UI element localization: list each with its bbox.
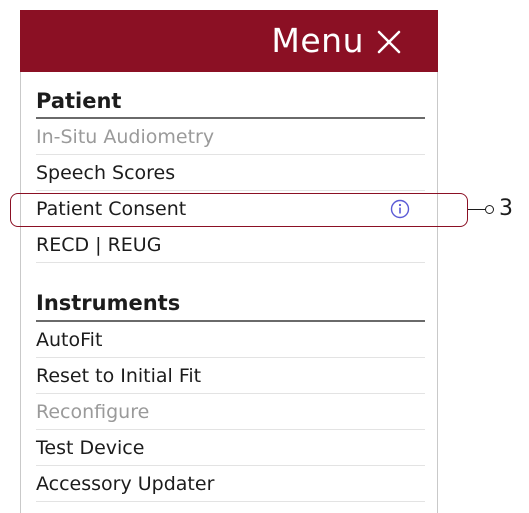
menu-item-label: In-Situ Audiometry (36, 126, 215, 148)
close-button[interactable] (374, 27, 404, 57)
menu-header: Menu (20, 10, 438, 72)
menu-item-label: Accessory Updater (36, 473, 215, 495)
menu-item-accessory-updater[interactable]: Accessory Updater (36, 466, 425, 502)
menu-item-label: AutoFit (36, 329, 103, 351)
callout-highlight (10, 193, 468, 227)
menu-panel: Menu Patient In-Situ Audiometry Speech S… (20, 10, 438, 513)
menu-item-label: Reconfigure (36, 401, 150, 423)
section-title-instruments: Instruments (36, 291, 181, 315)
menu-item-speech-scores[interactable]: Speech Scores (36, 155, 425, 191)
menu-item-recd-reug[interactable]: RECD | REUG (36, 227, 425, 263)
menu-item-test-device[interactable]: Test Device (36, 430, 425, 466)
menu-item-in-situ-audiometry[interactable]: In-Situ Audiometry (36, 119, 425, 155)
close-icon (377, 30, 401, 54)
menu-item-label: Speech Scores (36, 162, 176, 184)
callout-dot (485, 205, 494, 214)
menu-item-autofit[interactable]: AutoFit (36, 322, 425, 358)
menu-title: Menu (271, 21, 364, 60)
menu-item-label: RECD | REUG (36, 234, 162, 256)
menu-item-label: Reset to Initial Fit (36, 365, 202, 387)
section-title-patient: Patient (36, 89, 122, 113)
menu-item-reconfigure[interactable]: Reconfigure (36, 394, 425, 430)
menu-item-label: Test Device (36, 437, 145, 459)
callout-leader-line (468, 209, 486, 210)
menu-item-reset-to-initial-fit[interactable]: Reset to Initial Fit (36, 358, 425, 394)
callout-number: 3 (499, 196, 513, 221)
